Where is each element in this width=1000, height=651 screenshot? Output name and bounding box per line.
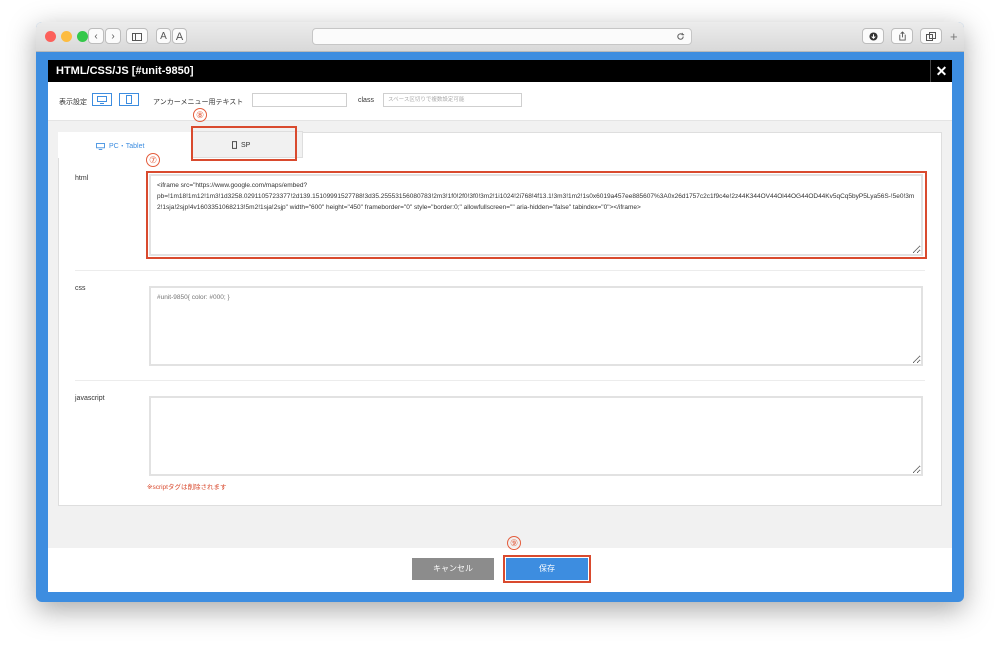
annotation-frame-save bbox=[503, 555, 591, 583]
forward-icon: › bbox=[111, 31, 115, 42]
sidebar-icon bbox=[132, 33, 142, 41]
tab-pc-tablet[interactable]: PC・Tablet bbox=[96, 141, 144, 151]
class-input[interactable]: スペース区切りで複数設定可能 bbox=[383, 93, 522, 107]
back-button[interactable]: ‹ bbox=[88, 28, 104, 44]
annotation-frame-html bbox=[146, 171, 927, 259]
modal-header: HTML/CSS/JS [#unit-9850] ✕ bbox=[48, 60, 952, 82]
annotation-8-icon: ⑧ bbox=[193, 108, 207, 122]
share-icon bbox=[898, 31, 906, 41]
reload-icon bbox=[677, 32, 685, 40]
new-tab-icon[interactable]: + bbox=[950, 29, 958, 44]
smartphone-icon bbox=[126, 95, 132, 104]
javascript-textarea[interactable] bbox=[149, 396, 923, 476]
text-larger-button[interactable]: A bbox=[172, 28, 187, 44]
settings-bar: 表示設定 アンカーメニュー用テキスト class スペース区切りで複数設定可能 bbox=[48, 82, 952, 121]
cancel-button[interactable]: キャンセル bbox=[412, 558, 494, 580]
monitor-icon bbox=[96, 142, 105, 150]
share-button[interactable] bbox=[891, 28, 913, 44]
script-tag-note: ※scriptタグは削除されます bbox=[147, 484, 227, 491]
sidebar-button[interactable] bbox=[126, 28, 148, 44]
divider bbox=[75, 380, 925, 381]
css-field-label: css bbox=[75, 285, 86, 292]
css-textarea[interactable] bbox=[149, 286, 923, 366]
display-setting-label: 表示設定 bbox=[59, 99, 87, 106]
forward-button[interactable]: › bbox=[105, 28, 121, 44]
annotation-7-icon: ⑦ bbox=[146, 153, 160, 167]
modal-footer: キャンセル 保存 bbox=[48, 548, 952, 592]
tab-pc-tablet-label: PC・Tablet bbox=[109, 143, 145, 150]
html-css-js-modal: HTML/CSS/JS [#unit-9850] ✕ 表示設定 アンカーメニュー… bbox=[48, 60, 952, 592]
anchor-text-input[interactable] bbox=[252, 93, 347, 107]
browser-window: ‹ › A A + HTML/CSS/JS [#unit-9850] ✕ 表示設… bbox=[36, 22, 964, 602]
download-icon bbox=[868, 32, 878, 41]
sp-display-toggle[interactable] bbox=[119, 93, 139, 106]
minimize-window-button[interactable] bbox=[61, 31, 72, 42]
divider bbox=[75, 270, 925, 271]
annotation-frame-sp-tab bbox=[191, 126, 297, 161]
tabs-overview-button[interactable] bbox=[920, 28, 942, 44]
address-bar[interactable] bbox=[312, 28, 692, 45]
browser-toolbar: ‹ › A A + bbox=[36, 22, 964, 52]
text-smaller-button[interactable]: A bbox=[156, 28, 171, 44]
close-icon[interactable]: ✕ bbox=[930, 60, 952, 82]
monitor-icon bbox=[97, 96, 107, 104]
pc-display-toggle[interactable] bbox=[92, 93, 112, 106]
download-button[interactable] bbox=[862, 28, 884, 44]
anchor-text-label: アンカーメニュー用テキスト bbox=[153, 99, 244, 106]
close-window-button[interactable] bbox=[45, 31, 56, 42]
modal-title: HTML/CSS/JS [#unit-9850] bbox=[56, 65, 194, 77]
tabs-icon bbox=[926, 32, 936, 41]
zoom-window-button[interactable] bbox=[77, 31, 88, 42]
javascript-field-label: javascript bbox=[75, 395, 105, 402]
back-icon: ‹ bbox=[94, 31, 98, 42]
annotation-9-icon: ⑨ bbox=[507, 536, 521, 550]
class-label: class bbox=[358, 97, 374, 104]
html-field-label: html bbox=[75, 175, 89, 182]
